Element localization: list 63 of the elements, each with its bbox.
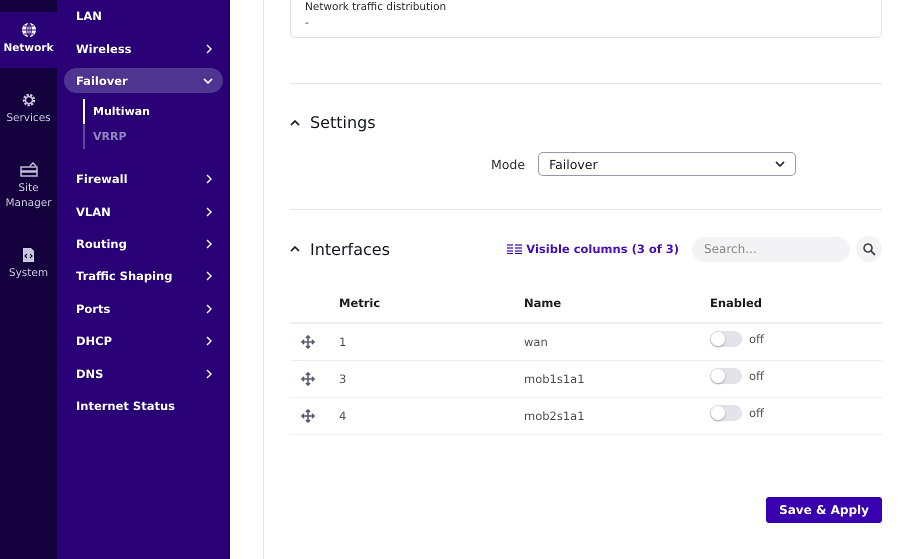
toggle-switch[interactable] (710, 368, 742, 384)
drag-handle-icon[interactable] (301, 335, 315, 349)
rail-item[interactable]: Network (0, 12, 57, 68)
nav-item[interactable]: Failover (64, 68, 223, 94)
table-cell: mob1s1a1 (524, 361, 710, 398)
chevron-right-icon (205, 174, 213, 184)
search-icon (862, 242, 876, 256)
toggle-label: off (749, 406, 764, 420)
table-cell: 3 (339, 361, 524, 398)
nav-item[interactable]: Firewall (64, 166, 223, 192)
column-header: Name (524, 291, 710, 324)
nav-subitem[interactable]: VRRP (83, 124, 223, 150)
chevron-right-icon (205, 368, 213, 379)
chevron-right-icon (205, 44, 213, 54)
nav-item[interactable]: Ports (64, 296, 223, 322)
nav-item[interactable]: LAN (64, 4, 223, 29)
chevron-down-icon (203, 76, 213, 86)
section-title: Interfaces (310, 240, 390, 258)
table-cell: wan (524, 324, 710, 361)
rail-item[interactable]: Services (0, 82, 57, 138)
toggle-switch[interactable] (710, 331, 742, 347)
nav-subitem[interactable]: Multiwan (83, 99, 223, 124)
nav-item[interactable]: VLAN (64, 199, 223, 224)
toggle-switch[interactable] (710, 405, 742, 421)
table-cell: mob2s1a1 (524, 398, 710, 435)
drag-handle-icon[interactable] (301, 409, 315, 423)
chevron-up-icon[interactable] (290, 118, 300, 128)
table-cell: 4 (339, 398, 524, 435)
server-icon (20, 162, 38, 178)
columns-icon (507, 244, 522, 254)
nav-item[interactable]: DHCP (64, 328, 223, 354)
search-button[interactable] (856, 236, 882, 262)
toggle-label: off (749, 332, 764, 346)
nav-item[interactable]: DNS (64, 361, 223, 386)
chevron-up-icon[interactable] (290, 244, 300, 254)
rail-item[interactable]: System (0, 237, 57, 293)
info-label: Network traffic distribution (305, 1, 448, 13)
nav-item[interactable]: Internet Status (64, 393, 223, 418)
section-title: Settings (310, 113, 376, 132)
mode-select[interactable]: Failover (538, 152, 796, 176)
column-header: Enabled (710, 291, 882, 324)
search-field[interactable]: Search... (692, 236, 850, 262)
visible-columns-link[interactable]: Visible columns (3 of 3) (507, 242, 679, 256)
column-header: Metric (339, 291, 524, 324)
nav-item[interactable]: Routing (64, 232, 223, 257)
drag-handle-icon[interactable] (301, 372, 315, 386)
chevron-right-icon (205, 304, 213, 314)
file-icon (22, 247, 35, 263)
chevron-down-icon (775, 159, 786, 169)
chevron-right-icon (205, 336, 213, 346)
globe-icon (20, 22, 36, 38)
chevron-right-icon (205, 239, 213, 250)
nav-item[interactable]: Traffic Shaping (64, 264, 223, 289)
info-value: - (305, 17, 310, 29)
field-label: Mode (491, 156, 526, 172)
rail-item[interactable]: Site Manager (0, 152, 57, 223)
toggle-label: off (749, 369, 764, 383)
gear-icon (20, 92, 36, 108)
save-apply-button[interactable]: Save & Apply (766, 497, 882, 523)
table-cell: 1 (339, 324, 524, 361)
chevron-right-icon (205, 206, 213, 217)
chevron-right-icon (205, 271, 213, 282)
nav-item[interactable]: Wireless (64, 36, 223, 62)
